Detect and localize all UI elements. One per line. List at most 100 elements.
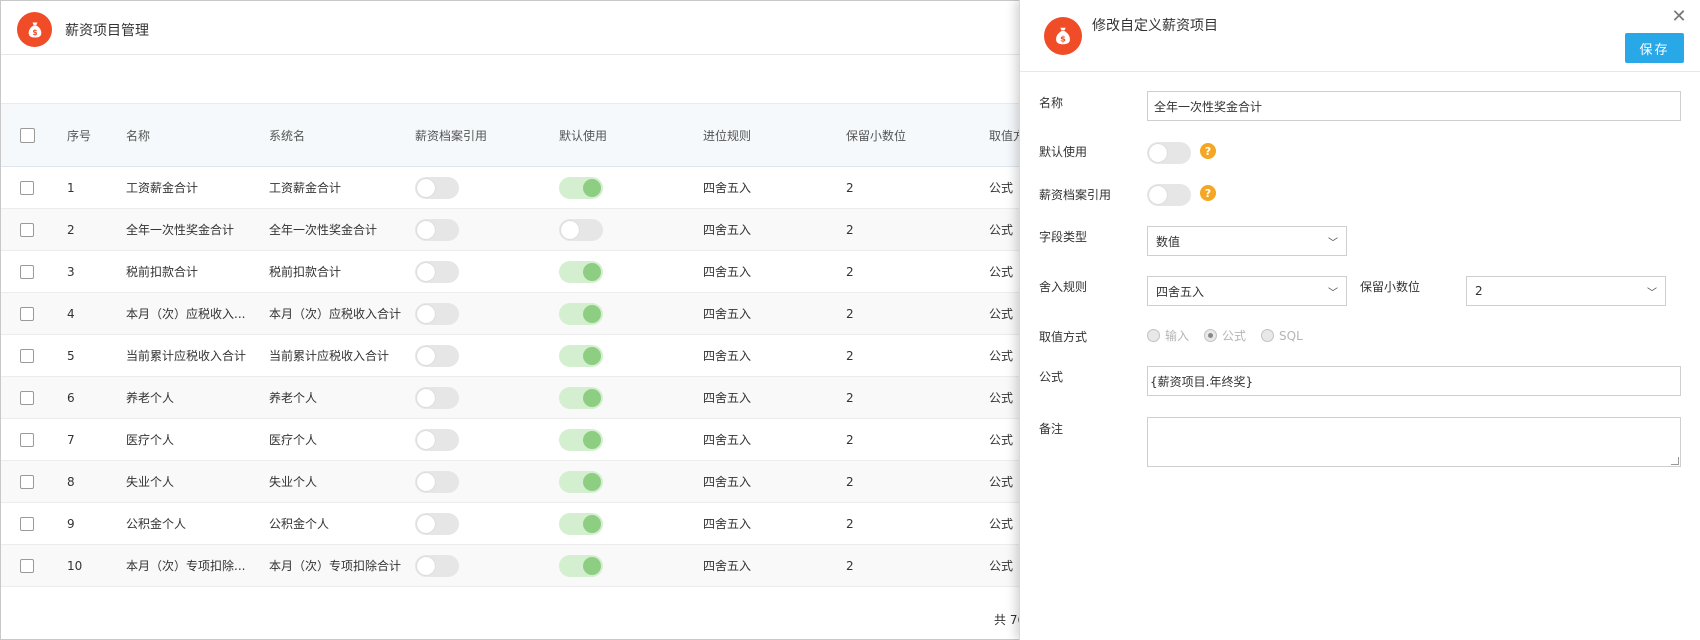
default-toggle[interactable]	[559, 302, 603, 325]
table-row[interactable]: 6 养老个人 养老个人 四舍五入 2 公式	[1, 377, 1021, 419]
archive-ref-toggle[interactable]	[1147, 184, 1191, 206]
cell-value-method: 公式	[989, 349, 1014, 363]
formula-input[interactable]: {薪资项目.年终奖}	[1147, 366, 1681, 396]
radio-formula[interactable]: 公式	[1204, 327, 1246, 344]
table-row[interactable]: 1 工资薪金合计 工资薪金合计 四舍五入 2 公式	[1, 167, 1021, 209]
name-input[interactable]: 全年一次性奖金合计	[1147, 91, 1681, 121]
cell-default-toggle	[559, 167, 679, 208]
default-toggle[interactable]	[559, 470, 603, 493]
resize-handle[interactable]	[1671, 457, 1679, 465]
row-checkbox-cell	[20, 167, 36, 208]
cell-default-toggle	[559, 209, 679, 250]
default-toggle[interactable]	[559, 260, 603, 283]
default-toggle[interactable]	[559, 554, 603, 577]
cell-value-method: 公式	[989, 475, 1014, 489]
default-toggle[interactable]	[1147, 142, 1191, 164]
row-checkbox[interactable]	[20, 432, 34, 447]
cell-no: 4	[67, 306, 75, 321]
default-toggle[interactable]	[559, 428, 603, 451]
cell-no: 5	[67, 348, 75, 363]
toggle-knob	[417, 430, 435, 449]
row-checkbox[interactable]	[20, 348, 34, 363]
cell-system-name: 当前累计应税收入合计	[269, 349, 390, 363]
toggle-knob	[417, 472, 435, 491]
archive-ref-toggle[interactable]	[415, 260, 459, 283]
cell-name: 本月（次）应税收入...	[126, 307, 246, 321]
table-row[interactable]: 4 本月（次）应税收入... 本月（次）应税收入合计 四舍五入 2 公式	[1, 293, 1021, 335]
page-title: 薪资项目管理	[65, 23, 149, 39]
field-type-select[interactable]: 数值 ﹀	[1147, 226, 1347, 256]
archive-ref-toggle[interactable]	[415, 512, 459, 535]
row-checkbox[interactable]	[20, 390, 34, 405]
save-button[interactable]: 保存	[1625, 33, 1684, 63]
cell-default-toggle	[559, 503, 679, 544]
row-checkbox[interactable]	[20, 516, 34, 531]
cell-decimals: 2	[846, 474, 854, 489]
row-checkbox[interactable]	[20, 180, 34, 195]
default-toggle[interactable]	[559, 344, 603, 367]
row-checkbox-cell	[20, 293, 36, 334]
cell-decimals: 2	[846, 432, 854, 447]
cell-system-name: 税前扣款合计	[269, 265, 342, 279]
remark-textarea[interactable]	[1147, 417, 1681, 467]
radio-label: 输入	[1165, 329, 1190, 343]
table-row[interactable]: 2 全年一次性奖金合计 全年一次性奖金合计 四舍五入 2 公式	[1, 209, 1021, 251]
cell-archive-ref-toggle	[415, 419, 535, 460]
row-checkbox[interactable]	[20, 264, 34, 279]
row-checkbox[interactable]	[20, 474, 34, 489]
table-row[interactable]: 10 本月（次）专项扣除... 本月（次）专项扣除合计 四舍五入 2 公式	[1, 545, 1021, 587]
table-row[interactable]: 5 当前累计应税收入合计 当前累计应税收入合计 四舍五入 2 公式	[1, 335, 1021, 377]
cell-no: 7	[67, 432, 75, 447]
svg-text:$: $	[1060, 34, 1066, 44]
toggle-knob	[583, 472, 601, 491]
decimals-select[interactable]: 2 ﹀	[1466, 276, 1666, 306]
default-toggle[interactable]	[559, 176, 603, 199]
cell-value-method: 公式	[989, 223, 1014, 237]
archive-ref-toggle[interactable]	[415, 428, 459, 451]
archive-ref-toggle[interactable]	[415, 554, 459, 577]
close-icon[interactable]: ✕	[1670, 8, 1688, 26]
toggle-knob	[583, 304, 601, 323]
archive-ref-toggle[interactable]	[415, 218, 459, 241]
toggle-knob	[1149, 144, 1167, 162]
archive-ref-toggle[interactable]	[415, 344, 459, 367]
table-row[interactable]: 7 医疗个人 医疗个人 四舍五入 2 公式	[1, 419, 1021, 461]
archive-ref-toggle[interactable]	[415, 302, 459, 325]
column-header-no: 序号	[67, 128, 92, 143]
radio-label: SQL	[1279, 328, 1303, 343]
cell-name: 税前扣款合计	[126, 265, 199, 279]
cell-default-toggle	[559, 251, 679, 292]
question-icon[interactable]: ?	[1200, 143, 1216, 159]
toggle-knob	[1149, 186, 1167, 204]
edit-item-panel: $ 修改自定义薪资项目 ✕ 保存 名称 全年一次性奖金合计 默认使用 ? 薪资档…	[1019, 0, 1700, 640]
cell-default-toggle	[559, 461, 679, 502]
cell-decimals: 2	[846, 558, 854, 573]
default-toggle[interactable]	[559, 512, 603, 535]
decimals-label: 保留小数位	[1360, 280, 1421, 294]
cell-rounding-rule: 四舍五入	[703, 265, 752, 279]
table-row[interactable]: 9 公积金个人 公积金个人 四舍五入 2 公式	[1, 503, 1021, 545]
table-body: 1 工资薪金合计 工资薪金合计 四舍五入 2 公式 2 全年一次性奖金合计 全年一次性奖金合计四…	[1, 167, 1021, 587]
cell-value-method: 公式	[989, 517, 1014, 531]
question-icon[interactable]: ?	[1200, 185, 1216, 201]
rounding-rule-select[interactable]: 四舍五入 ﹀	[1147, 276, 1347, 306]
radio-input[interactable]: 输入	[1147, 327, 1189, 344]
row-checkbox[interactable]	[20, 558, 34, 573]
default-toggle[interactable]	[559, 218, 603, 241]
panel-header: $ 修改自定义薪资项目 ✕ 保存	[1020, 0, 1700, 72]
table-row[interactable]: 3 税前扣款合计 税前扣款合计 四舍五入 2 公式	[1, 251, 1021, 293]
cell-no: 10	[67, 558, 83, 573]
row-checkbox[interactable]	[20, 222, 34, 237]
cell-decimals: 2	[846, 180, 854, 195]
radio-sql[interactable]: SQL	[1261, 329, 1303, 343]
table-row[interactable]: 8 失业个人 失业个人 四舍五入 2 公式	[1, 461, 1021, 503]
archive-ref-toggle[interactable]	[415, 470, 459, 493]
row-checkbox[interactable]	[20, 306, 34, 321]
default-toggle[interactable]	[559, 386, 603, 409]
radio-circle-checked	[1204, 329, 1218, 342]
name-label: 名称	[1039, 96, 1064, 110]
cell-default-toggle	[559, 293, 679, 334]
archive-ref-toggle[interactable]	[415, 386, 459, 409]
archive-ref-toggle[interactable]	[415, 176, 459, 199]
select-all-checkbox[interactable]	[20, 127, 35, 143]
